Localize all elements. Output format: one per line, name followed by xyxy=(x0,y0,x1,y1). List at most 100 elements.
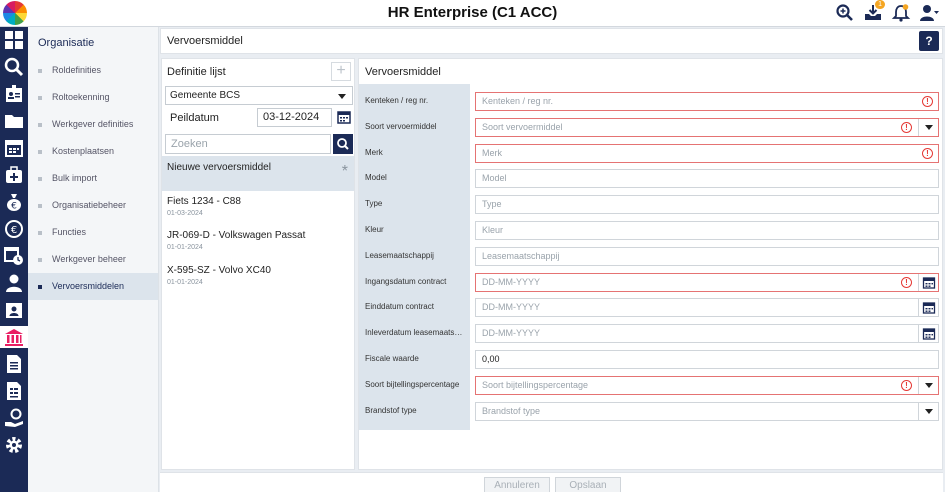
add-button[interactable]: + xyxy=(331,62,351,81)
field-input-merk[interactable]: Merk! xyxy=(475,143,939,163)
search-button[interactable] xyxy=(333,134,353,154)
list-item[interactable]: Fiets 1234 - C88 01-03-2024 xyxy=(162,191,354,225)
field-text: Merk xyxy=(482,147,502,158)
employer-select-value: Gemeente BCS xyxy=(170,90,241,101)
field-input-fiscale-waarde[interactable]: 0,00 xyxy=(475,350,939,369)
date-picker-button[interactable] xyxy=(918,299,938,317)
schedule-clock-icon[interactable] xyxy=(3,245,25,267)
chevron-down-icon xyxy=(338,94,346,99)
field-label-type: Type xyxy=(365,199,383,209)
svg-text:€: € xyxy=(11,225,17,236)
peildatum-input[interactable]: 03-12-2024 xyxy=(257,108,332,127)
user-menu-icon[interactable] xyxy=(919,3,939,23)
search-icon xyxy=(337,138,349,150)
submenu-title: Organisatie xyxy=(38,37,95,49)
date-picker-button[interactable] xyxy=(918,325,938,343)
cancel-button[interactable]: Annuleren xyxy=(484,477,550,492)
submenu-item-werkgever-definities[interactable]: Werkgever definities xyxy=(28,111,158,138)
dropdown-button[interactable] xyxy=(918,376,938,394)
field-input-model[interactable]: Model xyxy=(475,169,939,189)
help-button[interactable]: ? xyxy=(919,31,939,51)
error-icon: ! xyxy=(901,121,912,133)
search-icon[interactable] xyxy=(3,56,25,78)
submenu-item-werkgever-beheer[interactable]: Werkgever beheer xyxy=(28,246,158,273)
field-text: DD-MM-YYYY xyxy=(482,328,540,339)
dropdown-button[interactable] xyxy=(918,118,938,136)
date-picker-button[interactable] xyxy=(918,273,938,291)
inbox-download-icon[interactable]: 1 xyxy=(863,0,885,23)
document-icon[interactable] xyxy=(3,353,25,375)
list-item-title: JR-069-D - Volkswagen Passat xyxy=(167,230,306,241)
employee-card-icon[interactable] xyxy=(3,83,25,105)
zoom-search-icon[interactable] xyxy=(835,3,855,23)
list-item[interactable]: X-595-SZ - Volvo XC40 01-01-2024 xyxy=(162,260,354,294)
peildatum-label: Peildatum xyxy=(170,112,219,124)
dropdown-button[interactable] xyxy=(918,402,938,420)
report-icon[interactable] xyxy=(3,380,25,402)
bell-icon[interactable] xyxy=(891,3,911,23)
chevron-down-icon xyxy=(925,408,933,414)
field-label-leasemaatschappij: Leasemaatschappij xyxy=(365,250,434,260)
dashboard-icon[interactable] xyxy=(3,29,25,51)
field-input-type[interactable]: Type xyxy=(475,195,939,215)
new-item-label: Nieuwe vervoersmiddel xyxy=(167,162,271,173)
field-label-einddatum-contract: Einddatum contract xyxy=(365,302,434,312)
organisation-building-icon[interactable] xyxy=(0,326,28,348)
field-text: Leasemaatschappij xyxy=(482,250,560,261)
field-label-kleur: Kleur xyxy=(365,225,384,234)
list-item-date: 01-03-2024 xyxy=(167,210,203,217)
submenu-item-organisatiebeheer[interactable]: Organisatiebeheer xyxy=(28,192,158,219)
list-item-date: 01-01-2024 xyxy=(167,279,203,286)
submenu-item-vervoersmiddelen[interactable]: Vervoersmiddelen xyxy=(28,273,158,300)
submenu-item-roldefinities[interactable]: Roldefinities xyxy=(28,57,158,84)
field-text: Brandstof type xyxy=(482,405,541,416)
field-text: DD-MM-YYYY xyxy=(482,276,540,287)
field-text: DD-MM-YYYY xyxy=(482,302,540,313)
calendar-icon[interactable] xyxy=(335,108,353,127)
field-label-soort-vervoermiddel: Soort vervoermiddel xyxy=(365,121,437,131)
search-input[interactable] xyxy=(165,134,331,154)
folder-icon[interactable] xyxy=(3,110,25,132)
field-input-soort-vervoermiddel[interactable]: Soort vervoermiddel! xyxy=(475,117,939,137)
field-input-inleverdatum-leasemaatsc[interactable]: DD-MM-YYYY xyxy=(475,324,939,344)
list-title: Definitie lijst xyxy=(167,66,226,78)
field-input-einddatum-contract[interactable]: DD-MM-YYYY xyxy=(475,298,939,318)
money-bag-icon[interactable]: € xyxy=(3,191,25,213)
field-text: Soort vervoermiddel xyxy=(482,121,563,132)
field-label-merk: Merk xyxy=(365,147,383,157)
salary-hand-icon[interactable] xyxy=(3,407,25,429)
user-manage-icon[interactable] xyxy=(3,272,25,294)
new-item-row[interactable]: Nieuwe vervoersmiddel * xyxy=(162,156,354,191)
submenu-item-bulk-import[interactable]: Bulk import xyxy=(28,165,158,192)
form-row-soort-bijtellingspercentage: Soort bijtellingspercentage Soort bijtell… xyxy=(359,371,944,397)
id-badge-icon[interactable] xyxy=(3,299,25,321)
field-text: 0,00 xyxy=(482,354,500,364)
form-row-type: Type Type xyxy=(359,190,944,216)
euro-coin-icon[interactable]: € xyxy=(3,218,25,240)
field-label-kenteken-reg-nr: Kenteken / reg nr. xyxy=(365,96,429,105)
form-row-leasemaatschappij: Leasemaatschappij Leasemaatschappij xyxy=(359,242,944,268)
field-input-kleur[interactable]: Kleur xyxy=(475,221,939,240)
settings-gear-icon[interactable] xyxy=(3,434,25,456)
submenu-item-kostenplaatsen[interactable]: Kostenplaatsen xyxy=(28,138,158,165)
field-input-ingangsdatum-contract[interactable]: DD-MM-YYYY! xyxy=(475,272,939,292)
employer-select[interactable]: Gemeente BCS xyxy=(165,86,353,105)
definitie-lijst-panel: Definitie lijst + Gemeente BCS Peildatum… xyxy=(161,58,355,470)
field-input-kenteken-reg-nr[interactable]: Kenteken / reg nr.! xyxy=(475,92,939,111)
error-icon: ! xyxy=(901,276,912,288)
save-button[interactable]: Opslaan xyxy=(555,477,621,492)
field-input-leasemaatschappij[interactable]: Leasemaatschappij xyxy=(475,246,939,266)
medical-kit-icon[interactable] xyxy=(3,164,25,186)
form-row-einddatum-contract: Einddatum contract DD-MM-YYYY xyxy=(359,293,944,319)
form-row-soort-vervoermiddel: Soort vervoermiddel Soort vervoermiddel! xyxy=(359,113,944,139)
field-input-brandstof-type[interactable]: Brandstof type xyxy=(475,401,939,421)
error-icon: ! xyxy=(901,379,912,391)
submenu-item-functies[interactable]: Functies xyxy=(28,219,158,246)
list-item[interactable]: JR-069-D - Volkswagen Passat 01-01-2024 xyxy=(162,225,354,259)
field-input-soort-bijtellingspercentage[interactable]: Soort bijtellingspercentage! xyxy=(475,375,939,395)
field-text: Type xyxy=(482,199,502,210)
chevron-down-icon xyxy=(925,124,933,130)
submenu-item-roltoekenning[interactable]: Roltoekenning xyxy=(28,84,158,111)
svg-text:€: € xyxy=(11,202,17,212)
calendar-icon[interactable] xyxy=(3,137,25,159)
